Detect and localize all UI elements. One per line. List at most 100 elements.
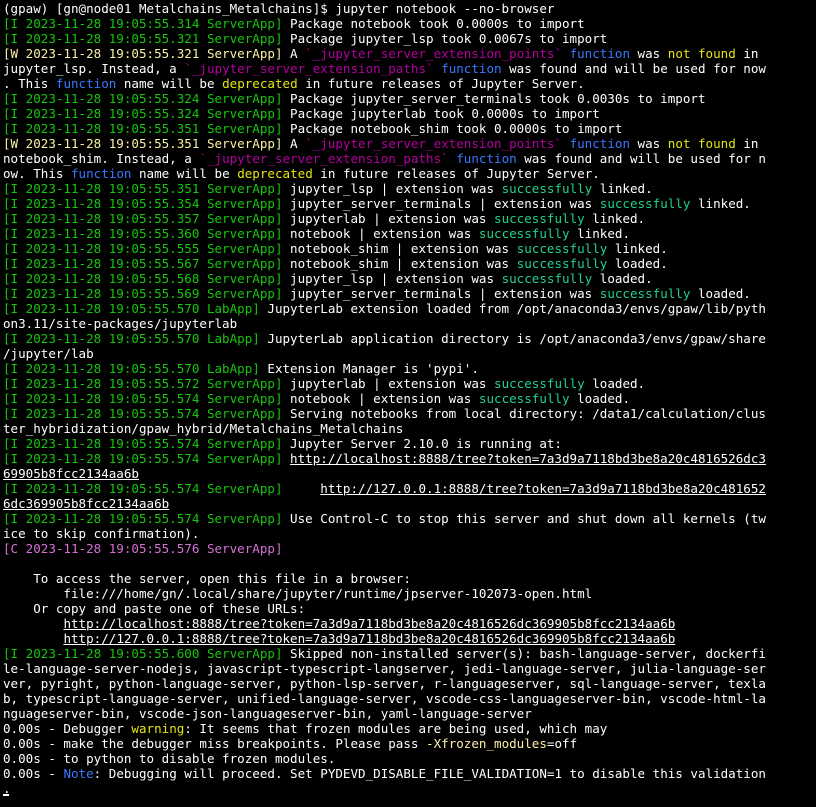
terminal-text: Serving notebooks from local directory: … — [290, 406, 766, 421]
terminal-text: function — [55, 76, 117, 91]
terminal-line: ice to skip confirmation). — [3, 526, 815, 541]
terminal-text: in future releases of Jupyter Server. — [297, 76, 585, 91]
terminal-text: `_jupyter_server_extension_points` — [305, 136, 562, 151]
terminal-text: 0.00s - to python to disable frozen modu… — [3, 751, 336, 766]
terminal-text: A — [290, 46, 306, 61]
terminal-text: Package notebook_shim took 0.0000s to im… — [290, 121, 623, 136]
terminal-url-link[interactable]: 69905b8fcc2134aa6b — [3, 466, 139, 481]
terminal-text: jupyter_server_terminals | extension was — [290, 196, 600, 211]
terminal-line: [I 2023-11-28 19:05:55.357 ServerApp] ju… — [3, 211, 815, 226]
terminal-text: was — [630, 46, 668, 61]
terminal-line: ter_hybridization/gpaw_hybrid/Metalchain… — [3, 421, 815, 436]
terminal-text: jupyter_lsp. Instead, a — [3, 61, 185, 76]
terminal-line: (gpaw) [gn@node01 Metalchains_Metalchain… — [3, 1, 815, 16]
terminal-text: [I 2023-11-28 19:05:55.569 ServerApp] — [3, 286, 291, 301]
terminal-line: [W 2023-11-28 19:05:55.321 ServerApp] A … — [3, 46, 815, 61]
terminal-text: loaded. — [584, 376, 646, 391]
terminal-url-link[interactable]: 6dc369905b8fcc2134aa6b — [3, 496, 169, 511]
terminal-url-link[interactable]: http://127.0.0.1:8888/tree?token=7a3d9a7… — [320, 481, 766, 496]
terminal-line: [I 2023-11-28 19:05:55.324 ServerApp] Pa… — [3, 91, 815, 106]
terminal-text: jupyter_lsp | extension was — [290, 271, 502, 286]
terminal-text: function — [441, 61, 502, 76]
terminal-text: deprecated — [237, 166, 313, 181]
terminal-line: [I 2023-11-28 19:05:55.567 ServerApp] no… — [3, 256, 815, 271]
terminal-line: . — [3, 781, 815, 796]
terminal-text: loaded. — [569, 391, 630, 406]
terminal-text: [W 2023-11-28 19:05:55.321 ServerApp] — [3, 46, 291, 61]
terminal-text: JupyterLab application directory is /opt… — [267, 331, 766, 346]
terminal-text: successfully — [478, 226, 570, 241]
terminal-text: successfully — [516, 256, 608, 271]
terminal-text: name will be — [116, 76, 223, 91]
terminal-line: [I 2023-11-28 19:05:55.574 ServerApp] Us… — [3, 511, 815, 526]
terminal-line: [I 2023-11-28 19:05:55.574 ServerApp] Se… — [3, 406, 815, 421]
terminal-text: Use Control-C to stop this server and sh… — [290, 511, 766, 526]
terminal-text: b, typescript-language-server, unified-l… — [3, 691, 766, 706]
terminal-line: 69905b8fcc2134aa6b — [3, 466, 815, 481]
terminal-text: Skipped non-installed server(s): bash-la… — [290, 646, 766, 661]
terminal-text: /jupyter/lab — [3, 346, 94, 361]
terminal-text: loaded. — [690, 286, 751, 301]
terminal-url-link[interactable]: http://127.0.0.1:8888/tree?token=7a3d9a7… — [63, 631, 675, 646]
terminal-text: notebook | extension was — [290, 391, 479, 406]
terminal-text: Or copy and paste one of these URLs: — [3, 601, 306, 616]
terminal-text: [I 2023-11-28 19:05:55.574 ServerApp] — [3, 391, 291, 406]
terminal-text: ice to skip confirmation). — [3, 526, 200, 541]
terminal-text: [I 2023-11-28 19:05:55.572 ServerApp] — [3, 376, 291, 391]
terminal-line: [I 2023-11-28 19:05:55.574 ServerApp] ht… — [3, 481, 815, 496]
terminal-text: [I 2023-11-28 19:05:55.324 ServerApp] — [3, 91, 291, 106]
terminal-line: [I 2023-11-28 19:05:55.314 ServerApp] Pa… — [3, 16, 815, 31]
terminal-text: [I 2023-11-28 19:05:55.354 ServerApp] — [3, 196, 291, 211]
terminal-text: [I 2023-11-28 19:05:55.555 ServerApp] — [3, 241, 291, 256]
terminal-line: [I 2023-11-28 19:05:55.360 ServerApp] no… — [3, 226, 815, 241]
terminal-line: [I 2023-11-28 19:05:55.351 ServerApp] ju… — [3, 181, 815, 196]
terminal-line: To access the server, open this file in … — [3, 571, 815, 586]
terminal-text: [I 2023-11-28 19:05:55.314 ServerApp] — [3, 16, 291, 31]
terminal-text: Package jupyter_server_terminals took 0.… — [290, 91, 706, 106]
terminal-line: [I 2023-11-28 19:05:55.574 ServerApp] Ju… — [3, 436, 815, 451]
terminal-line: [W 2023-11-28 19:05:55.351 ServerApp] A … — [3, 136, 815, 151]
terminal-url-link[interactable]: http://localhost:8888/tree?token=7a3d9a7… — [290, 451, 766, 466]
terminal-text: linked. — [584, 211, 646, 226]
terminal-text: jupyterlab | extension was — [290, 211, 495, 226]
terminal-text: linked. — [607, 241, 668, 256]
terminal-url-link[interactable]: http://localhost:8888/tree?token=7a3d9a7… — [63, 616, 675, 631]
terminal-text: jupyterlab | extension was — [290, 376, 495, 391]
terminal-line: 0.00s - Debugger warning: It seems that … — [3, 721, 815, 736]
terminal-text: notebook_shim | extension was — [290, 241, 517, 256]
terminal-text: ter_hybridization/gpaw_hybrid/Metalchain… — [3, 421, 404, 436]
terminal-text: [I 2023-11-28 19:05:55.321 ServerApp] — [3, 31, 291, 46]
terminal-line: jupyter_lsp. Instead, a `_jupyter_server… — [3, 61, 815, 76]
terminal-text: Package jupyterlab took 0.0000s to impor… — [290, 106, 600, 121]
terminal-text: [I 2023-11-28 19:05:55.574 ServerApp] — [3, 481, 291, 496]
terminal-line: [I 2023-11-28 19:05:55.321 ServerApp] Pa… — [3, 31, 815, 46]
terminal-text: [I 2023-11-28 19:05:55.324 ServerApp] — [3, 106, 291, 121]
terminal-text: (gpaw) [gn@node01 Metalchains_Metalchain… — [3, 1, 555, 16]
terminal-output[interactable]: (gpaw) [gn@node01 Metalchains_Metalchain… — [3, 1, 815, 796]
terminal-line: on3.11/site-packages/jupyterlab — [3, 316, 815, 331]
terminal-text: A — [290, 136, 306, 151]
terminal-line: [I 2023-11-28 19:05:55.574 ServerApp] ht… — [3, 451, 815, 466]
terminal-line: file:///home/gn/.local/share/jupyter/run… — [3, 586, 815, 601]
terminal-text: 0.00s - Debugger — [3, 721, 132, 736]
terminal-text: on3.11/site-packages/jupyterlab — [3, 316, 238, 331]
terminal-text: Jupyter Server 2.10.0 is running at: — [290, 436, 562, 451]
terminal-line: [I 2023-11-28 19:05:55.569 ServerApp] ju… — [3, 286, 815, 301]
terminal-text: [I 2023-11-28 19:05:55.574 ServerApp] — [3, 451, 291, 466]
terminal-text: in — [735, 136, 759, 151]
terminal-text: successfully — [494, 211, 585, 226]
terminal-text: loaded. — [607, 256, 668, 271]
terminal-text: function — [71, 166, 132, 181]
terminal-line: [I 2023-11-28 19:05:55.574 ServerApp] no… — [3, 391, 815, 406]
terminal-text: [I 2023-11-28 19:05:55.357 ServerApp] — [3, 211, 291, 226]
terminal-line: [I 2023-11-28 19:05:55.570 LabApp] Jupyt… — [3, 331, 815, 346]
terminal-text: =off — [546, 736, 578, 751]
terminal-text: successfully — [516, 241, 608, 256]
terminal-text: `_jupyter_server_extension_paths` — [199, 151, 449, 166]
terminal-line: http://localhost:8888/tree?token=7a3d9a7… — [3, 616, 815, 631]
terminal-line: nguageserver-bin, vscode-json-languagese… — [3, 706, 815, 721]
terminal-text: le-language-server-nodejs, javascript-ty… — [3, 661, 766, 676]
